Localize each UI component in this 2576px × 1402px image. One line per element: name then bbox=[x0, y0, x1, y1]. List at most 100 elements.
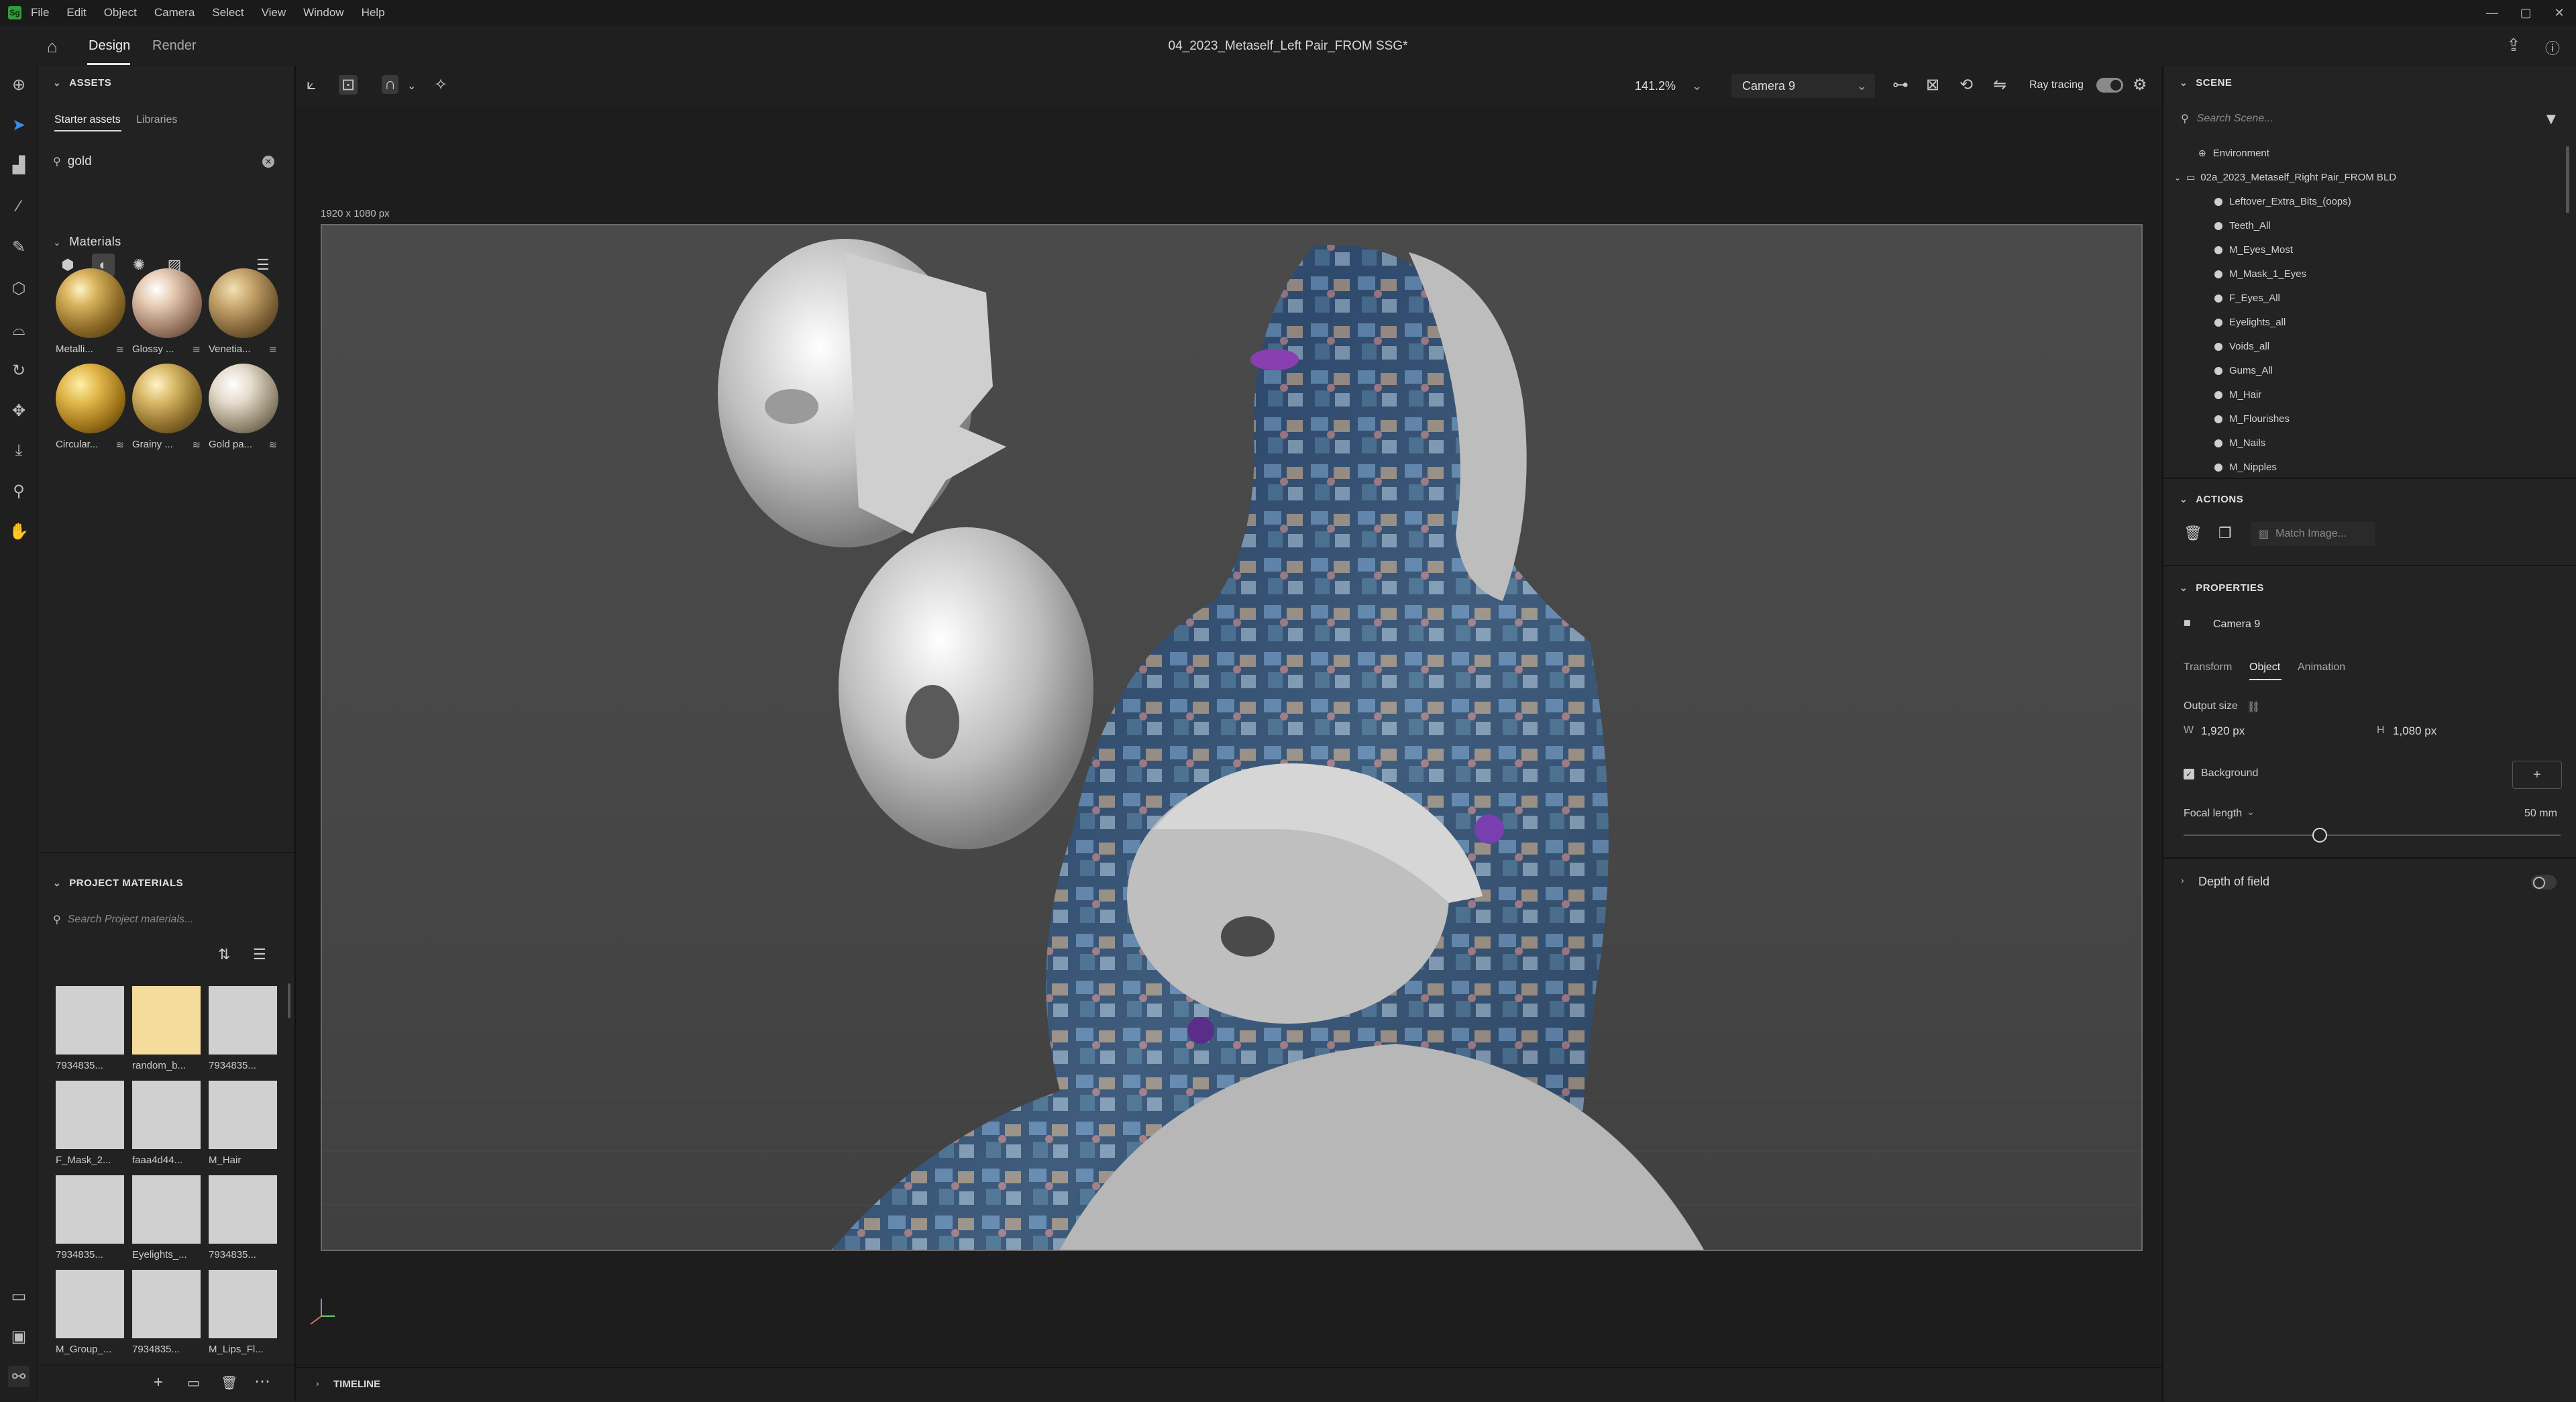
assets-section-header[interactable]: ⌄ ASSETS bbox=[53, 77, 111, 89]
help-icon[interactable]: ⓘ bbox=[2545, 37, 2560, 58]
cube-tool-icon[interactable]: ⬡ bbox=[8, 278, 30, 299]
menu-select[interactable]: Select bbox=[212, 6, 244, 19]
magnet-icon[interactable]: ∩ bbox=[382, 75, 399, 94]
menu-view[interactable]: View bbox=[262, 6, 286, 19]
scene-item[interactable]: Gums_All bbox=[2214, 365, 2273, 376]
materials-header[interactable]: ⌄ Materials bbox=[53, 235, 121, 249]
camera-move-icon[interactable]: ⊶ bbox=[1892, 75, 1909, 95]
menu-object[interactable]: Object bbox=[104, 6, 137, 19]
frame-icon[interactable]: ⊡ bbox=[339, 75, 358, 95]
project-material-tile[interactable]: Eyelights_... bbox=[132, 1175, 201, 1260]
project-material-tile[interactable]: faaa4d44... bbox=[132, 1081, 201, 1166]
focal-length-slider-track[interactable] bbox=[2184, 834, 2561, 836]
scene-item[interactable]: M_Eyes_Most bbox=[2214, 244, 2293, 256]
list-view-icon[interactable]: ☰ bbox=[253, 946, 266, 963]
project-material-tile[interactable]: 7934835... bbox=[209, 986, 277, 1071]
menu-window[interactable]: Window bbox=[303, 6, 343, 19]
material-tile[interactable]: Circular... ≋ bbox=[56, 364, 125, 451]
camera-dolly-icon[interactable]: ⇋ bbox=[1993, 75, 2006, 95]
folder-icon[interactable]: ▭ bbox=[187, 1374, 200, 1391]
scene-item[interactable]: M_Flourishes bbox=[2214, 413, 2290, 425]
scene-item[interactable]: F_Eyes_All bbox=[2214, 292, 2280, 304]
maximize-button[interactable]: ▢ bbox=[2509, 6, 2542, 20]
scrollbar[interactable] bbox=[2566, 146, 2569, 213]
magic-wand-icon[interactable]: ⁄ bbox=[8, 196, 30, 217]
focal-length-slider-handle[interactable] bbox=[2312, 828, 2327, 843]
camera-orbit-icon[interactable]: ⟲ bbox=[1960, 75, 1973, 95]
share-icon[interactable]: ⇪ bbox=[2506, 35, 2521, 56]
menu-edit[interactable]: Edit bbox=[66, 6, 86, 19]
close-button[interactable]: ✕ bbox=[2542, 6, 2576, 20]
project-material-tile[interactable]: 7934835... bbox=[209, 1175, 277, 1260]
project-material-tile[interactable]: M_Group_... bbox=[56, 1270, 124, 1355]
width-field[interactable]: 1,920 px bbox=[2201, 724, 2245, 738]
material-tile[interactable]: Venetia... ≋ bbox=[209, 268, 278, 356]
ground-tool-icon[interactable]: ⌓ bbox=[8, 319, 30, 341]
add-icon[interactable]: ⊕ bbox=[8, 74, 30, 95]
asset-search-input[interactable]: gold bbox=[68, 154, 92, 169]
render-canvas[interactable] bbox=[321, 224, 2143, 1251]
tab-object[interactable]: Object bbox=[2249, 661, 2280, 673]
ray-tracing-toggle[interactable] bbox=[2096, 78, 2123, 93]
material-tile[interactable]: Grainy ... ≋ bbox=[132, 364, 202, 451]
scene-item-group[interactable]: ⌄ ▭ 02a_2023_Metaself_Right Pair_FROM BL… bbox=[2174, 172, 2396, 183]
material-tile[interactable]: Gold pa... ≋ bbox=[209, 364, 278, 451]
archive-icon[interactable]: ▭ bbox=[8, 1285, 30, 1307]
zoom-dropdown[interactable]: 141.2% ⌄ bbox=[1635, 75, 1713, 97]
duplicate-icon[interactable]: ❐ bbox=[2218, 525, 2232, 542]
briefcase-icon[interactable]: ▣ bbox=[8, 1326, 30, 1347]
hand-tool-icon[interactable]: ✋ bbox=[8, 521, 30, 542]
project-material-tile[interactable]: M_Lips_Fl... bbox=[209, 1270, 277, 1355]
menu-help[interactable]: Help bbox=[362, 6, 385, 19]
material-tile[interactable]: Glossy ... ≋ bbox=[132, 268, 202, 356]
chevron-down-icon[interactable]: ⌄ bbox=[2247, 806, 2255, 818]
material-options-icon[interactable]: ≋ bbox=[115, 343, 124, 356]
material-options-icon[interactable]: ≋ bbox=[115, 439, 124, 451]
tab-animation[interactable]: Animation bbox=[2298, 661, 2345, 673]
nodes-icon[interactable]: ⚯ bbox=[8, 1366, 30, 1387]
add-icon[interactable]: + bbox=[154, 1373, 163, 1392]
match-image-button[interactable]: ▨ Match Image... bbox=[2251, 522, 2375, 546]
drop-tool-icon[interactable]: ⤓ bbox=[8, 440, 30, 462]
delete-icon[interactable]: 🗑 bbox=[221, 1374, 237, 1391]
project-material-tile[interactable]: 7934835... bbox=[132, 1270, 201, 1355]
graph-tool-icon[interactable]: ▟ bbox=[8, 154, 30, 176]
sort-icon[interactable]: ⇅ bbox=[218, 946, 230, 963]
align-icon[interactable]: ⟀ bbox=[307, 75, 316, 94]
brush-tool-icon[interactable]: ✎ bbox=[8, 236, 30, 258]
properties-section-header[interactable]: ⌄ PROPERTIES bbox=[2180, 582, 2264, 594]
scene-item[interactable]: Eyelights_all bbox=[2214, 317, 2286, 328]
menu-camera[interactable]: Camera bbox=[154, 6, 195, 19]
project-material-tile[interactable]: 7934835... bbox=[56, 986, 124, 1071]
clear-search-icon[interactable]: ✕ bbox=[262, 156, 274, 168]
tab-transform[interactable]: Transform bbox=[2184, 661, 2232, 673]
project-material-tile[interactable]: 7934835... bbox=[56, 1175, 124, 1260]
height-field[interactable]: 1,080 px bbox=[2393, 724, 2436, 738]
delete-icon[interactable]: 🗑 bbox=[2184, 525, 2202, 542]
filter-icon[interactable]: ▼ bbox=[2543, 110, 2559, 129]
scene-item[interactable]: M_Mask_1_Eyes bbox=[2214, 268, 2306, 280]
material-options-icon[interactable]: ≋ bbox=[192, 343, 201, 356]
tab-starter-assets[interactable]: Starter assets bbox=[54, 114, 121, 126]
background-checkbox[interactable]: ✓ bbox=[2184, 769, 2194, 779]
material-tile[interactable]: Metalli... ≋ bbox=[56, 268, 125, 356]
material-options-icon[interactable]: ≋ bbox=[268, 439, 277, 451]
scene-item[interactable]: M_Hair bbox=[2214, 389, 2261, 400]
timeline-bar[interactable]: › TIMELINE bbox=[296, 1367, 2162, 1402]
scene-section-header[interactable]: ⌄ SCENE bbox=[2180, 77, 2232, 89]
zoom-tool-icon[interactable]: ⚲ bbox=[8, 480, 30, 502]
move-tool-icon[interactable]: ✥ bbox=[8, 400, 30, 421]
scene-item[interactable]: M_Nails bbox=[2214, 437, 2265, 449]
camera-dropdown[interactable]: Camera 9 ⌄ bbox=[1731, 74, 1875, 98]
more-icon[interactable]: ⋯ bbox=[254, 1372, 270, 1391]
project-materials-header[interactable]: ⌄ PROJECT MATERIALS bbox=[53, 877, 183, 889]
minimize-button[interactable]: — bbox=[2475, 6, 2509, 20]
project-material-tile[interactable]: F_Mask_2... bbox=[56, 1081, 124, 1166]
camera-frame-icon[interactable]: ⊠ bbox=[1926, 75, 1939, 95]
chevron-down-icon[interactable]: ⌄ bbox=[407, 79, 416, 93]
background-color-add-button[interactable]: + bbox=[2512, 761, 2562, 789]
actions-section-header[interactable]: ⌄ ACTIONS bbox=[2180, 494, 2243, 505]
scene-item[interactable]: Leftover_Extra_Bits_(oops) bbox=[2214, 196, 2351, 207]
menu-file[interactable]: File bbox=[31, 6, 49, 19]
focal-length-value[interactable]: 50 mm bbox=[2524, 808, 2557, 820]
